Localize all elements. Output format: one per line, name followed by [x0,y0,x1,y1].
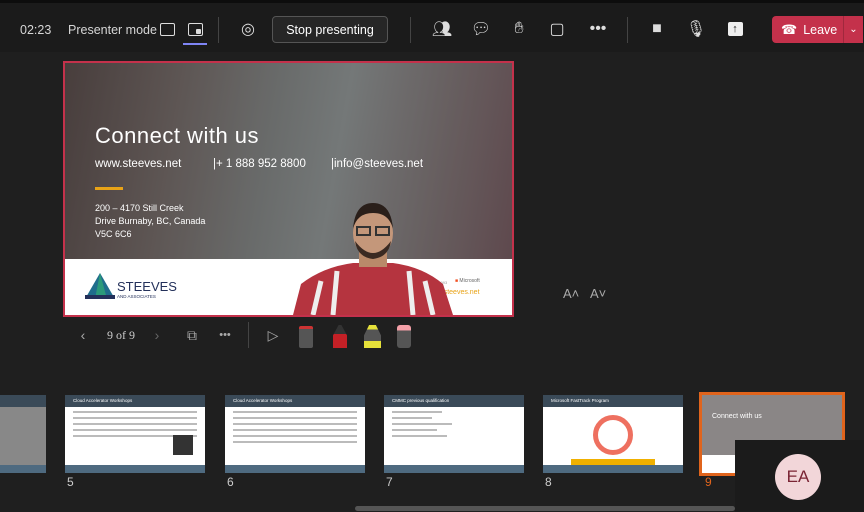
increase-font-button[interactable]: A˄ [563,286,579,301]
slide-number: 7 [386,475,393,489]
highlighter-icon[interactable] [364,325,381,348]
meeting-timer: 02:23 [20,23,52,37]
steeves-logo-icon [85,273,115,299]
more-options-icon[interactable]: ••• [214,324,236,346]
eraser-icon[interactable] [397,325,411,348]
slide-email: |info@steeves.net [331,158,424,170]
slide-thumbnail[interactable]: Cloud Accelerator Workshops [65,395,205,473]
logo-subtitle: AND ASSOCIATES [117,294,156,299]
address-line: V5C 6C6 [95,229,132,239]
divider [627,17,628,43]
slide-number-selected: 9 [705,475,712,489]
more-icon[interactable]: ••• [585,16,611,42]
decrease-font-button[interactable]: A˅ [590,286,606,301]
divider [248,322,249,348]
pen-icon[interactable] [333,325,347,348]
slide-number: 5 [67,475,74,489]
divider [410,17,411,43]
chat-icon[interactable]: 💬︎ [468,16,494,42]
slide-title: Connect with us [95,123,260,148]
page-indicator: 9 of 9 [107,327,135,342]
meeting-toolbar: 02:23 Presenter mode ◎ Stop presenting 👥… [0,0,864,52]
chevron-down-icon[interactable]: ⌄ [843,16,863,43]
stop-presenting-button[interactable]: Stop presenting [272,16,388,43]
slide-number: 6 [227,475,234,489]
side-by-side-mode-icon[interactable] [182,16,208,42]
phone-icon: ☎ [781,21,798,37]
standout-mode-icon[interactable] [154,16,180,42]
microsoft-partner: ■ Microsoft [455,278,480,284]
next-slide-button[interactable]: › [150,324,164,346]
slide-phone: |+ 1 888 952 8800 [213,158,306,170]
leave-button[interactable]: ☎ Leave ⌄ [772,16,863,43]
presenter-mode-label: Presenter mode [68,23,157,37]
slide-website: www.steeves.net [95,158,182,170]
raise-hand-icon[interactable]: ✋︎ [506,16,532,42]
selected-mode-indicator [183,43,207,45]
divider [218,17,219,43]
accent-bar [95,187,123,190]
eye-icon[interactable]: ◎ [235,16,261,42]
share-icon[interactable]: ↑ [722,16,748,42]
laser-pointer-icon[interactable] [299,326,313,348]
slide-thumbnail[interactable]: Cloud Accelerator Workshops [225,395,365,473]
presenter-video [293,203,453,315]
address-line: 200 – 4170 Still Creek [95,203,184,213]
slide-thumbnail[interactable]: Microsoft FastTrack Program [543,395,683,473]
slide-thumbnail[interactable] [0,395,46,473]
camera-icon[interactable]: ■ [644,16,670,42]
slide-overview-icon[interactable]: ⧉ [183,324,201,346]
slide-thumbnail[interactable]: CMMC previous qualification [384,395,524,473]
address-line: Drive Burnaby, BC, Canada [95,216,206,226]
pointer-icon[interactable]: ▷ [264,324,282,346]
people-icon[interactable]: 👥︎ [429,16,455,42]
thumbnail-scrollbar[interactable] [355,506,735,511]
participant-tile[interactable]: EA [735,440,864,512]
avatar: EA [775,454,821,500]
leave-label: Leave [803,22,838,37]
shared-slide: Connect with us www.steeves.net |+ 1 888… [63,61,514,317]
view-icon[interactable]: ▢ [544,16,570,42]
logo-name: STEEVES [117,279,177,294]
previous-slide-button[interactable]: ‹ [76,324,90,346]
mic-icon[interactable]: 🎙︎ [683,16,709,42]
slide-number: 8 [545,475,552,489]
